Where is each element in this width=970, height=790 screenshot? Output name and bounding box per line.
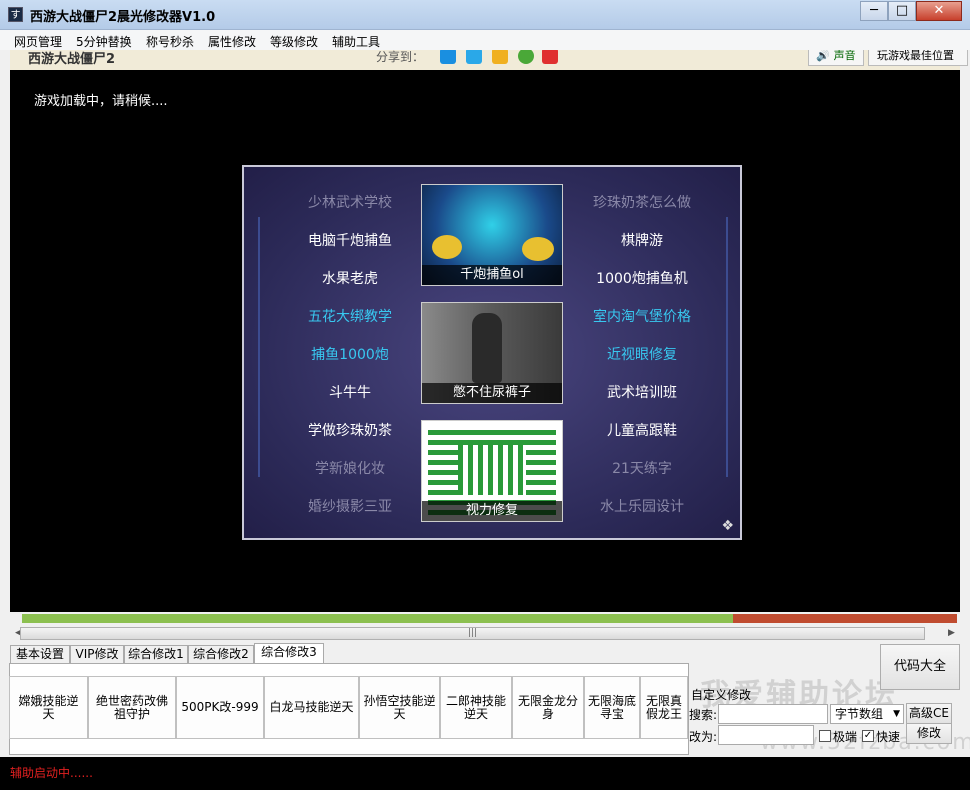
horizontal-scrollbar[interactable]: ◀ ||| ▶ <box>10 625 960 642</box>
code-list-button[interactable]: 代码大全 <box>880 644 960 690</box>
menu-attribute[interactable]: 属性修改 <box>208 33 256 50</box>
ad-link[interactable]: 武术培训班 <box>562 382 722 402</box>
qzone-share-icon[interactable] <box>466 48 482 64</box>
thumb-photo[interactable]: 憋不住尿裤子 <box>421 302 563 404</box>
chevron-down-icon: ▼ <box>893 709 900 719</box>
ad-link[interactable]: 学做珍珠奶茶 <box>270 420 430 440</box>
paw-icon[interactable]: ❖ <box>721 518 734 534</box>
qq-share-icon[interactable] <box>440 48 456 64</box>
close-button[interactable]: ✕ <box>916 1 962 21</box>
tab-combo-2[interactable]: 综合修改2 <box>188 645 254 663</box>
menu-web-manage[interactable]: 网页管理 <box>14 33 62 50</box>
fast-checkbox[interactable]: ✓ <box>862 730 874 742</box>
type-select[interactable]: 字节数组 ▼ <box>830 704 904 724</box>
maximize-button[interactable]: □ <box>888 1 916 21</box>
feature-button[interactable]: 二郎神技能逆天 <box>440 676 512 739</box>
feature-button[interactable]: 孙悟空技能逆天 <box>359 676 440 739</box>
clover-share-icon[interactable] <box>518 48 534 64</box>
ad-link[interactable]: 水上乐园设计 <box>562 496 722 516</box>
ad-link[interactable]: 近视眼修复 <box>562 344 722 364</box>
thumb-caption: 千炮捕鱼ol <box>422 265 562 285</box>
thumb-fishing[interactable]: 千炮捕鱼ol <box>421 184 563 286</box>
minimize-button[interactable]: ─ <box>860 1 888 21</box>
status-bar: 辅助启动中...... <box>0 757 970 790</box>
menu-bar: 网页管理 5分钟替换 称号秒杀 属性修改 等级修改 辅助工具 <box>0 30 970 50</box>
weibo-share-icon[interactable] <box>542 48 558 64</box>
change-to-label: 改为: <box>689 730 718 744</box>
tab-combo-1[interactable]: 综合修改1 <box>124 645 188 663</box>
progress-fill <box>22 614 733 623</box>
site-title: 西游大战僵尸2 <box>28 52 116 67</box>
ad-link[interactable]: 珍珠奶茶怎么做 <box>562 192 722 212</box>
tab-vip[interactable]: VIP修改 <box>70 645 124 663</box>
custom-modify-title: 自定义修改 <box>691 688 752 702</box>
ad-link[interactable]: 少林武术学校 <box>270 192 430 212</box>
scroll-thumb[interactable]: ||| <box>20 627 925 640</box>
menu-level[interactable]: 等级修改 <box>270 33 318 50</box>
game-viewport[interactable]: 游戏加载中，请稍候.... 少林武术学校 电脑千炮捕鱼 水果老虎五花大绑教学 捕鱼10… <box>10 70 960 612</box>
status-text: 辅助启动中...... <box>10 766 93 780</box>
feature-button[interactable]: 500PK改-999 <box>176 676 264 739</box>
menu-title-kill[interactable]: 称号秒杀 <box>146 33 194 50</box>
tab-combo-3[interactable]: 综合修改3 <box>254 643 324 664</box>
loading-text: 游戏加载中，请稍候.... <box>34 94 168 109</box>
ad-link[interactable]: 儿童高跟鞋 <box>562 420 722 440</box>
change-to-input[interactable] <box>718 725 814 745</box>
feature-button[interactable]: 无限真假龙王 <box>640 676 688 739</box>
tab-basic-settings[interactable]: 基本设置 <box>10 645 70 663</box>
ad-link[interactable]: 五花大绑教学 <box>270 306 430 326</box>
thumb-eye-test[interactable]: 视力修复 <box>421 420 563 522</box>
share-label: 分享到： <box>376 50 425 64</box>
ad-link[interactable]: 捕鱼1000炮 <box>270 344 430 364</box>
star-share-icon[interactable] <box>492 48 508 64</box>
right-divider <box>726 217 728 477</box>
extreme-label: 极端 <box>833 730 858 744</box>
app-icon: す <box>8 7 23 22</box>
feature-button[interactable]: 无限海底寻宝 <box>584 676 640 739</box>
ad-link[interactable]: 棋牌游 <box>562 230 722 250</box>
progress-bar <box>22 614 957 623</box>
ad-link[interactable]: 学新娘化妆 <box>270 458 430 478</box>
ad-link[interactable]: 室内淘气堡价格 <box>562 306 722 326</box>
ad-panel[interactable]: 少林武术学校 电脑千炮捕鱼 水果老虎五花大绑教学 捕鱼1000炮 斗牛牛学做珍珠奶茶 学新… <box>242 165 742 540</box>
thumb-caption: 憋不住尿裤子 <box>422 383 562 403</box>
title-bar: す 西游大战僵尸2晨光修改器V1.0 ─ □ ✕ <box>0 0 970 30</box>
modify-button[interactable]: 修改 <box>906 723 952 744</box>
feature-button[interactable]: 白龙马技能逆天 <box>264 676 359 739</box>
advanced-ce-button[interactable]: 高级CE <box>906 703 952 724</box>
ad-link[interactable]: 斗牛牛 <box>270 382 430 402</box>
feature-button[interactable]: 绝世密药改佛祖守护 <box>88 676 176 739</box>
search-label: 搜索: <box>689 708 718 722</box>
fast-label: 快速 <box>876 730 901 744</box>
search-input[interactable] <box>718 704 828 724</box>
left-divider <box>258 217 260 477</box>
ad-link[interactable]: 21天练字 <box>562 458 722 478</box>
feature-button[interactable]: 嫦娥技能逆天 <box>9 676 88 739</box>
ad-link[interactable]: 电脑千炮捕鱼 <box>270 230 430 250</box>
scroll-right-icon[interactable]: ▶ <box>943 625 960 642</box>
thumb-caption: 视力修复 <box>422 501 562 521</box>
menu-5min-replace[interactable]: 5分钟替换 <box>76 33 132 50</box>
menu-tools[interactable]: 辅助工具 <box>332 33 380 50</box>
window-title: 西游大战僵尸2晨光修改器V1.0 <box>30 10 216 25</box>
ad-link[interactable]: 水果老虎 <box>270 268 430 288</box>
feature-button[interactable]: 无限金龙分身 <box>512 676 584 739</box>
ad-link[interactable]: 1000炮捕鱼机 <box>562 268 722 288</box>
ad-link[interactable]: 婚纱摄影三亚 <box>270 496 430 516</box>
extreme-checkbox[interactable] <box>819 730 831 742</box>
type-select-value: 字节数组 <box>835 707 884 721</box>
